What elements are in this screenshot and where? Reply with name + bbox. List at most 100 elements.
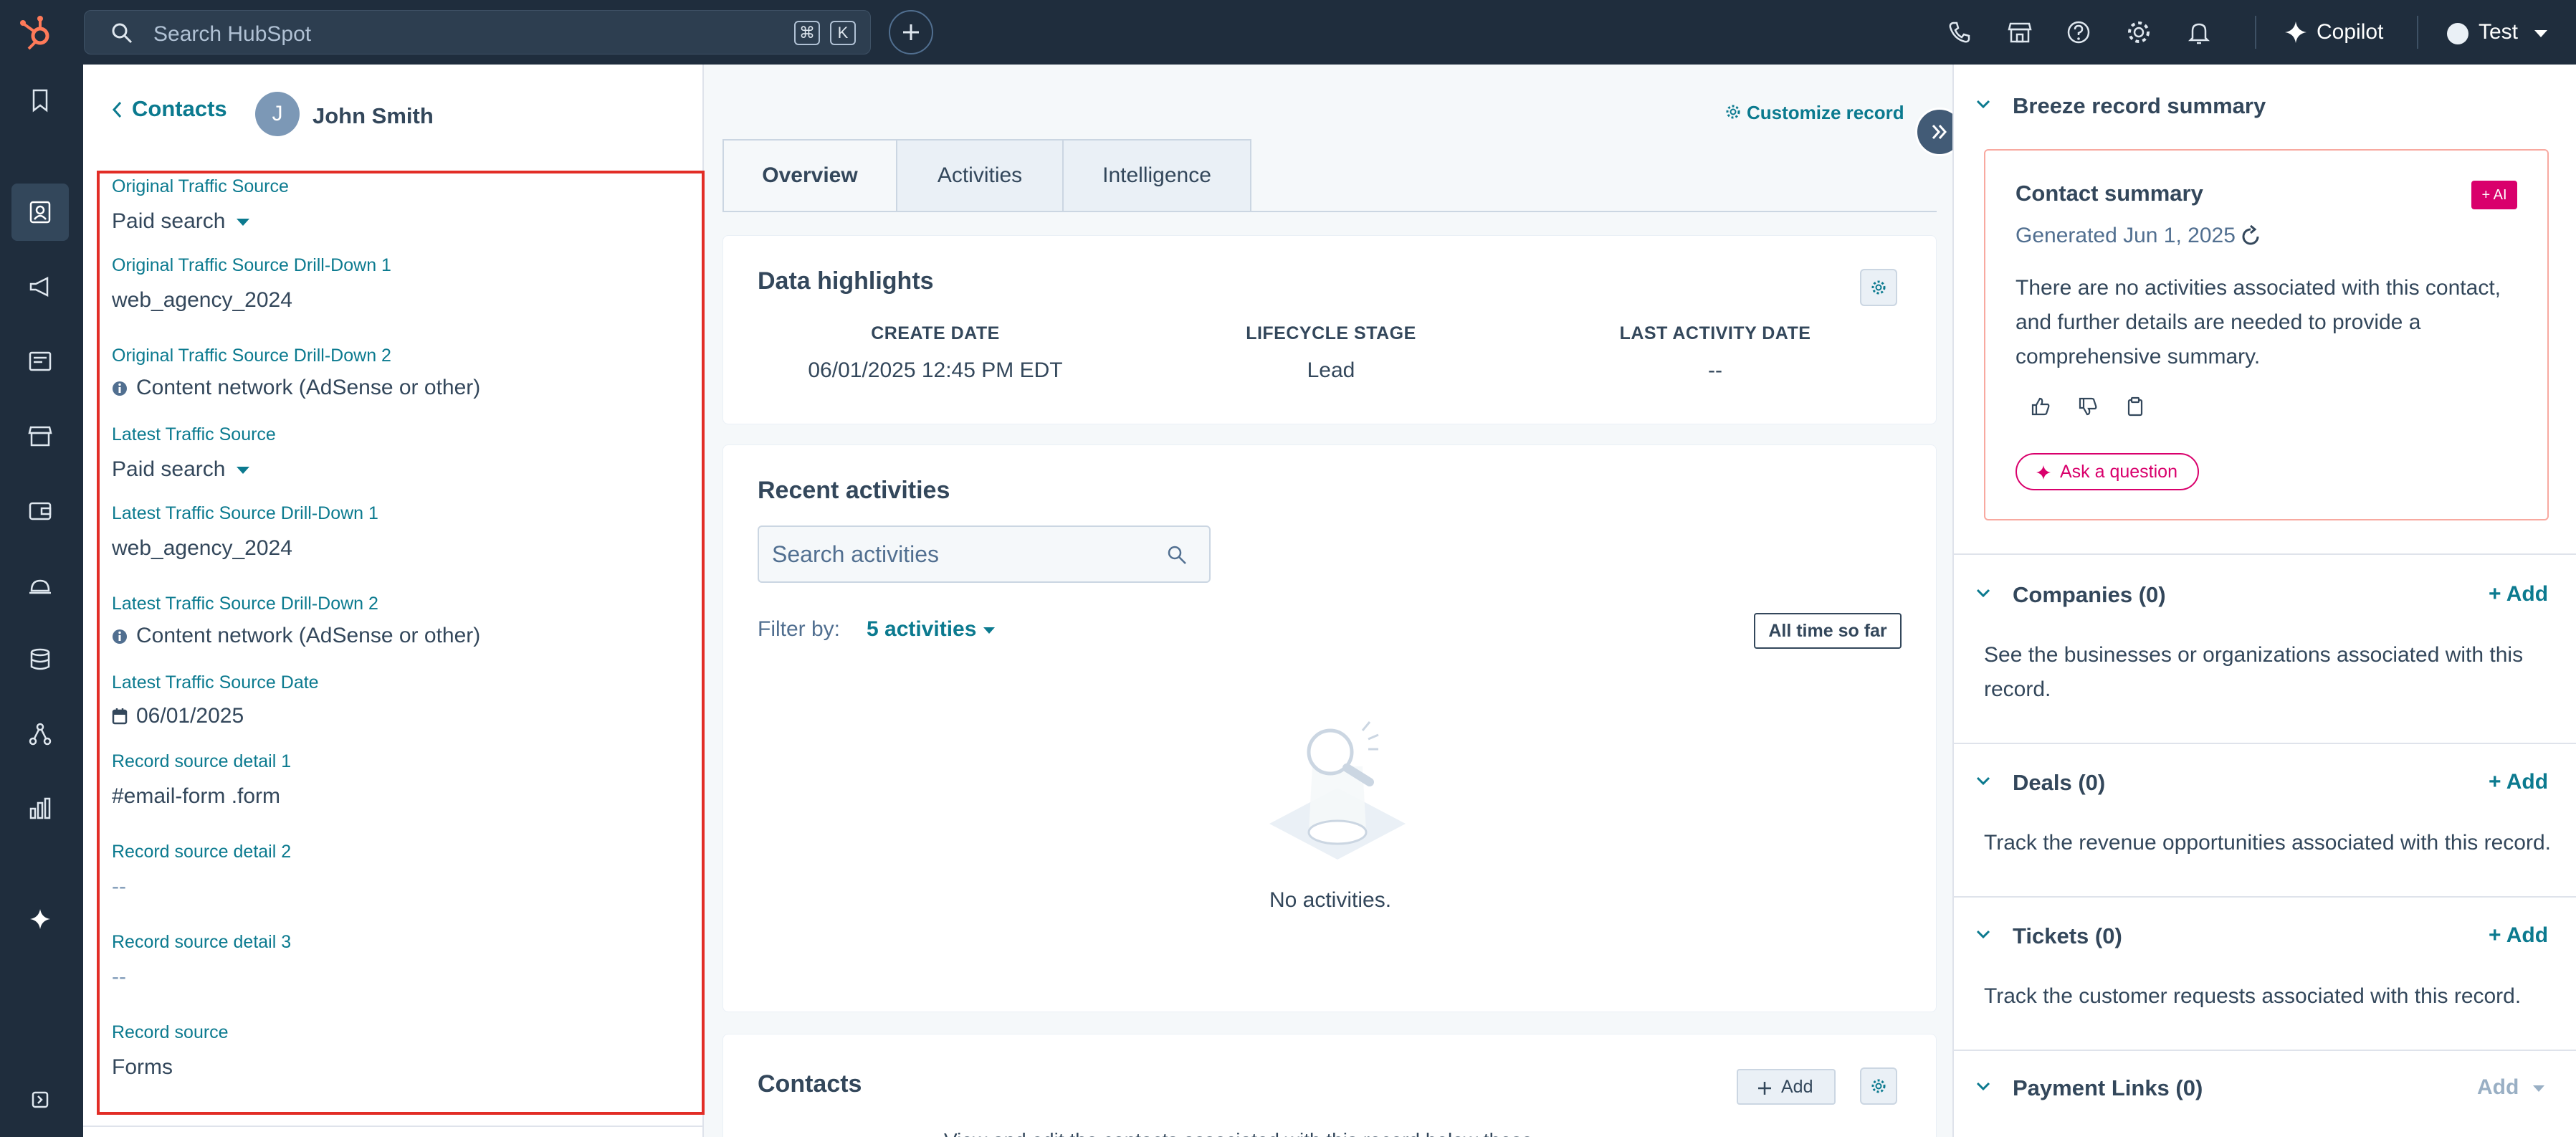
nav-automation[interactable] <box>11 705 69 763</box>
nav-marketing[interactable] <box>11 258 69 315</box>
property-value[interactable]: web_agency_2024 <box>112 288 292 313</box>
caret-down-icon <box>237 467 250 475</box>
property-value: Content network (AdSense or other) <box>136 376 481 399</box>
megaphone-icon <box>29 276 49 298</box>
nav-content[interactable] <box>11 333 69 390</box>
nav-sales[interactable] <box>11 482 69 539</box>
property-value[interactable]: Forms <box>112 1055 173 1080</box>
contacts-description: View and edit the contacts associated wi… <box>944 1129 1532 1137</box>
nav-expand[interactable] <box>11 1071 69 1128</box>
section-description: Track the customer requests associated w… <box>1984 984 2522 1008</box>
add-label: Add <box>2477 1075 2519 1099</box>
thumbs-up-icon[interactable] <box>2030 396 2051 417</box>
contact-name: John Smith <box>313 103 434 128</box>
add-deal-button[interactable]: + Add <box>2489 770 2548 794</box>
recent-activities-card: Recent activities Search activities Filt… <box>722 444 1937 1012</box>
section-description: See the businesses or organizations asso… <box>1984 643 2524 701</box>
add-payment-link-dropdown[interactable]: Add <box>2477 1075 2545 1100</box>
empty-state-text: No activities. <box>1269 888 1392 912</box>
marketplace-icon[interactable] <box>2007 19 2033 45</box>
nav-breeze[interactable] <box>11 890 69 948</box>
property-value-field[interactable]: Content network (AdSense or other) <box>112 376 480 400</box>
account-avatar <box>2447 23 2468 44</box>
tab-intelligence[interactable]: Intelligence <box>1062 139 1251 212</box>
phone-icon[interactable] <box>1947 19 1972 45</box>
add-company-button[interactable]: + Add <box>2489 582 2548 606</box>
add-ticket-button[interactable]: + Add <box>2489 923 2548 948</box>
highlights-settings-button[interactable] <box>1860 269 1897 306</box>
copy-clipboard-icon[interactable] <box>2124 396 2146 417</box>
section-title: Payment Links (0) <box>2013 1075 2203 1100</box>
chevron-down-icon <box>1976 100 1990 109</box>
account-name: Test <box>2479 20 2519 44</box>
nav-data-management[interactable] <box>11 631 69 688</box>
nav-commerce[interactable] <box>11 407 69 465</box>
hubspot-logo-icon[interactable] <box>16 11 59 54</box>
property-value-field[interactable]: Content network (AdSense or other) <box>112 624 480 648</box>
search-activities-input[interactable]: Search activities <box>758 525 1211 583</box>
section-title: Breeze record summary <box>2013 93 2266 118</box>
highlight-header: LAST ACTIVITY DATE <box>1619 323 1811 343</box>
associated-contacts-card: Contacts Add View and edit the contacts … <box>722 1034 1937 1137</box>
add-contact-button[interactable]: Add <box>1737 1069 1836 1105</box>
search-icon <box>1168 546 1186 564</box>
topbar-divider <box>2417 16 2418 49</box>
double-chevron-right-icon <box>1932 125 1947 139</box>
help-icon[interactable] <box>2066 19 2091 45</box>
chevron-down-icon <box>1976 930 1990 939</box>
section-divider <box>1954 553 2576 555</box>
thumbs-down-icon[interactable] <box>2077 396 2099 417</box>
shortcut-key-command: ⌘ <box>794 21 820 45</box>
info-icon[interactable] <box>112 629 128 644</box>
property-dropdown[interactable]: Paid search <box>112 209 250 234</box>
chevron-left-icon <box>112 101 122 118</box>
section-divider <box>1954 743 2576 744</box>
nav-bookmarks[interactable] <box>11 72 69 129</box>
ask-a-question-button[interactable]: Ask a question <box>2016 453 2199 490</box>
property-label: Original Traffic Source <box>112 176 289 196</box>
property-value[interactable]: -- <box>112 875 126 899</box>
global-search-input[interactable]: Search HubSpot ⌘ K <box>84 10 871 54</box>
property-value[interactable]: -- <box>112 965 126 989</box>
section-description: Track the revenue opportunities associat… <box>1984 831 2551 855</box>
data-highlights-card: Data highlights CREATE DATE 06/01/2025 1… <box>722 235 1937 424</box>
gear-icon <box>1871 1079 1886 1093</box>
section-title: Deals (0) <box>2013 770 2106 795</box>
settings-gear-icon[interactable] <box>2126 19 2152 45</box>
highlight-create-date: CREATE DATE 06/01/2025 12:45 PM EDT <box>763 323 1107 383</box>
chevron-down-icon <box>1976 776 1990 786</box>
empty-state-magnifier-illustration <box>1269 721 1406 860</box>
tabs-underline <box>722 211 1937 212</box>
highlight-header: LIFECYCLE STAGE <box>1246 323 1416 343</box>
property-value: 06/01/2025 <box>136 704 244 728</box>
section-divider <box>1954 1050 2576 1051</box>
property-value[interactable]: #email-form .form <box>112 784 280 809</box>
tab-activities[interactable]: Activities <box>896 139 1064 212</box>
caret-down-icon <box>2533 1085 2545 1092</box>
info-icon[interactable] <box>112 381 128 396</box>
property-label: Latest Traffic Source Drill-Down 2 <box>112 594 378 614</box>
contact-avatar: J <box>255 92 300 136</box>
summary-title: Contact summary <box>2016 181 2203 206</box>
plus-icon <box>1758 1082 1771 1095</box>
gear-icon <box>1871 280 1886 295</box>
nav-service[interactable] <box>11 556 69 614</box>
section-title: Tickets (0) <box>2013 923 2122 948</box>
record-right-sidebar: Breeze record summary Contact summary + … <box>1952 65 2576 1137</box>
property-date-field[interactable]: 06/01/2025 <box>112 704 244 728</box>
time-range-button[interactable]: All time so far <box>1754 613 1902 649</box>
activity-filter-dropdown[interactable]: 5 activities <box>867 617 996 642</box>
notifications-bell-icon[interactable] <box>2186 19 2212 45</box>
nav-reporting[interactable] <box>11 780 69 837</box>
refresh-icon[interactable] <box>2239 225 2262 248</box>
contact-summary-card: Contact summary + AI Generated Jun 1, 20… <box>1984 149 2549 520</box>
property-dropdown[interactable]: Paid search <box>112 457 250 482</box>
tab-overview[interactable]: Overview <box>722 139 897 212</box>
service-bell-icon <box>29 579 51 594</box>
property-value[interactable]: web_agency_2024 <box>112 536 292 561</box>
nav-crm-contacts[interactable] <box>11 184 69 241</box>
expand-sidebar-icon <box>32 1091 49 1108</box>
create-new-button[interactable] <box>889 10 933 54</box>
chevron-down-icon <box>1976 1082 1990 1091</box>
contacts-settings-button[interactable] <box>1860 1067 1897 1105</box>
